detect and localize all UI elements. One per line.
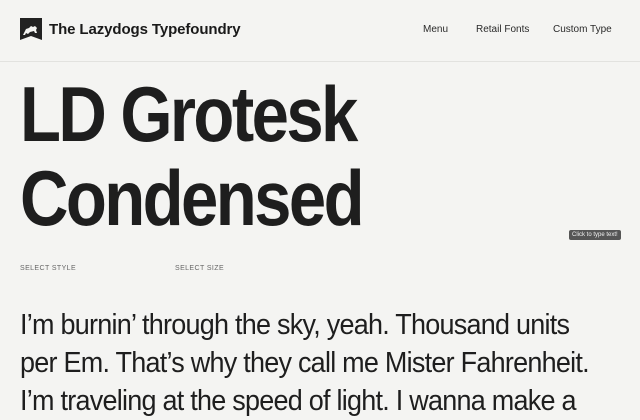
nav-custom-type[interactable]: Custom Type [553,24,612,35]
font-title-line-1: LD Grotesk [20,70,358,158]
nav-menu[interactable]: Menu [423,24,448,35]
font-title: LD Grotesk Condensed [20,72,418,240]
select-size-dropdown[interactable]: SELECT SIZE [175,265,224,272]
lazydog-logo-icon[interactable] [20,18,42,44]
nav-retail-fonts[interactable]: Retail Fonts [476,24,529,35]
font-title-line-2: Condensed [20,154,365,242]
select-style-dropdown[interactable]: SELECT STYLE [20,265,76,272]
type-hint-tooltip: Click to type text! [569,230,621,240]
brand-name[interactable]: The Lazydogs Typefoundry [49,21,241,38]
site-header: The Lazydogs Typefoundry Menu Retail Fon… [0,0,640,62]
type-tester-text[interactable]: I’m burnin’ through the sky, yeah. Thous… [20,306,590,420]
